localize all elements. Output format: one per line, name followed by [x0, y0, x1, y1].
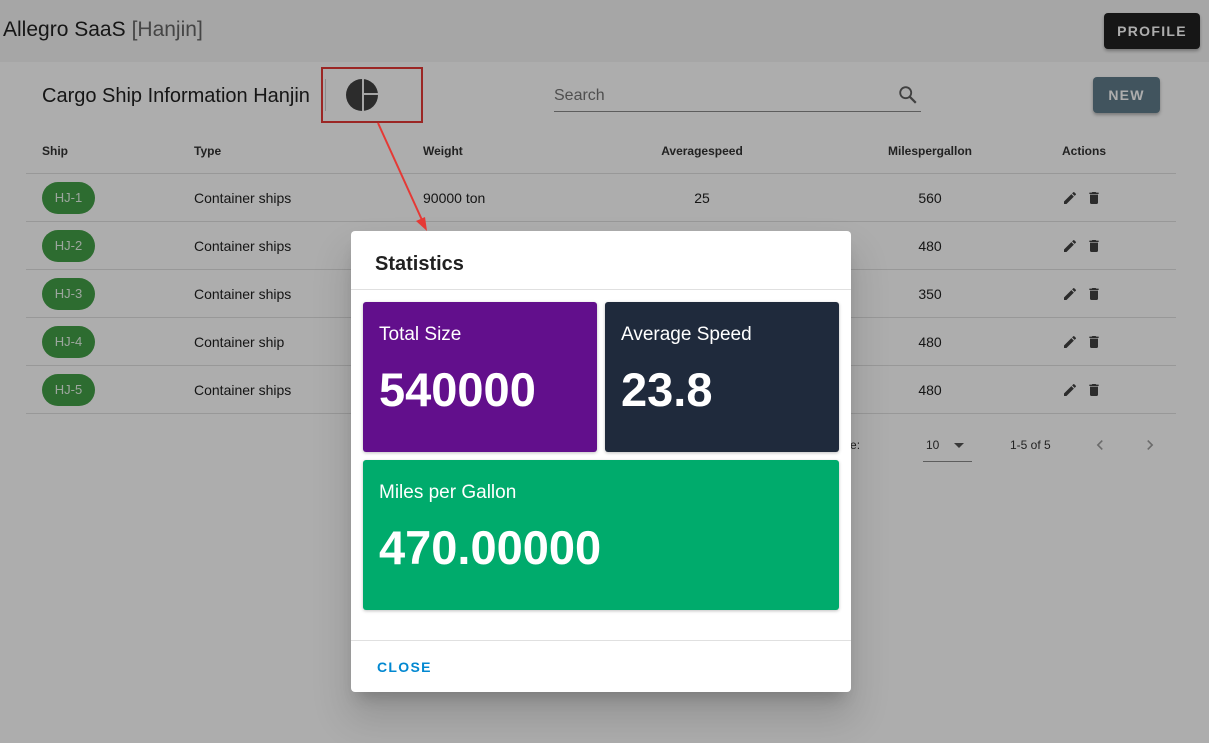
dialog-divider-bottom — [351, 640, 851, 641]
total-size-label: Total Size — [379, 324, 462, 345]
miles-per-gallon-card: Miles per Gallon 470.00000 — [363, 460, 839, 610]
average-speed-card: Average Speed 23.8 — [605, 302, 839, 452]
statistics-dialog: Statistics Total Size 540000 Average Spe… — [351, 231, 851, 692]
total-size-value: 540000 — [379, 363, 536, 416]
dialog-title: Statistics — [375, 253, 464, 275]
total-size-card: Total Size 540000 — [363, 302, 597, 452]
miles-per-gallon-value: 470.00000 — [379, 521, 602, 574]
average-speed-label: Average Speed — [621, 324, 752, 345]
dialog-divider-top — [351, 289, 851, 290]
close-button[interactable]: CLOSE — [367, 656, 442, 678]
average-speed-value: 23.8 — [621, 363, 713, 416]
miles-per-gallon-label: Miles per Gallon — [379, 482, 517, 503]
